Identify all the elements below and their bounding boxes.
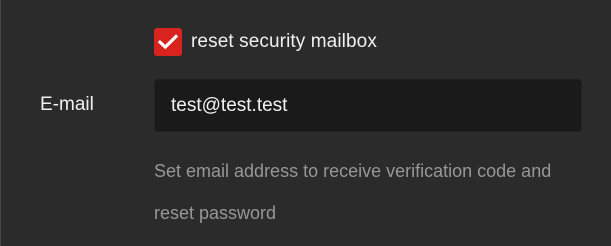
reset-security-mailbox-option[interactable]: reset security mailbox [154, 28, 377, 56]
security-email-form: reset security mailbox E-mail Set email … [0, 0, 611, 246]
email-help-text: Set email address to receive verificatio… [154, 161, 552, 223]
email-input[interactable] [154, 79, 582, 132]
email-label: E-mail [40, 94, 94, 115]
reset-security-mailbox-checkbox[interactable] [154, 28, 182, 56]
reset-security-mailbox-label: reset security mailbox [191, 31, 377, 52]
check-icon [158, 34, 178, 50]
